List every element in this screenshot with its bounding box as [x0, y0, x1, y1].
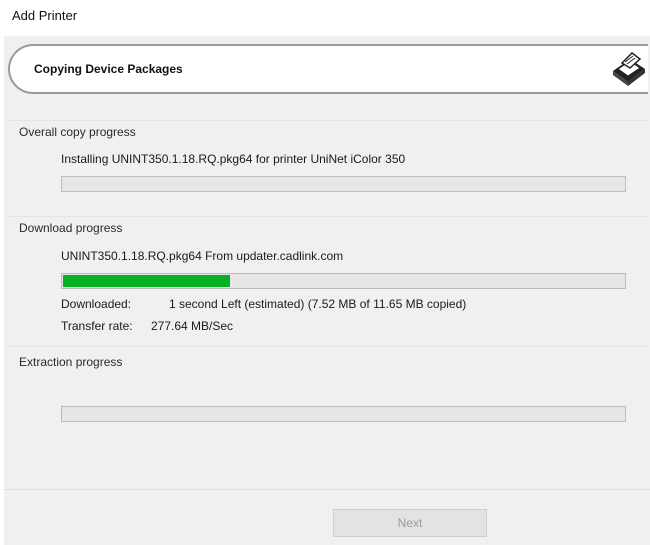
downloaded-label: Downloaded:: [61, 297, 132, 311]
overall-progress-label: Overall copy progress: [19, 125, 136, 139]
extraction-progress-label: Extraction progress: [19, 355, 123, 369]
wizard-header: Copying Device Packages: [8, 44, 648, 94]
transfer-rate-value: 277.64 MB/Sec: [151, 319, 234, 333]
download-progress-bar: [61, 273, 626, 289]
wizard-footer: Next: [4, 489, 650, 545]
overall-progress-bar: [61, 176, 626, 192]
overall-status-text: Installing UNINT350.1.18.RQ.pkg64 for pr…: [61, 152, 406, 166]
window-title: Add Printer: [12, 8, 78, 23]
downloaded-value: 1 second Left (estimated) (7.52 MB of 11…: [169, 297, 467, 311]
download-status-text: UNINT350.1.18.RQ.pkg64 From updater.cadl…: [61, 249, 344, 263]
extraction-progress-section: Extraction progress: [8, 346, 648, 443]
download-progress-section: Download progress UNINT350.1.18.RQ.pkg64…: [8, 216, 648, 347]
overall-progress-section: Overall copy progress Installing UNINT35…: [8, 120, 648, 211]
printer-icon: [610, 49, 648, 89]
download-progress-label: Download progress: [19, 221, 123, 235]
next-button[interactable]: Next: [333, 509, 487, 537]
extraction-progress-bar: [61, 406, 626, 422]
wizard-frame: Copying Device Packages Overall copy pro…: [4, 36, 650, 545]
download-progress-fill: [63, 275, 230, 287]
transfer-rate-label: Transfer rate:: [61, 319, 133, 333]
header-title: Copying Device Packages: [34, 62, 183, 76]
